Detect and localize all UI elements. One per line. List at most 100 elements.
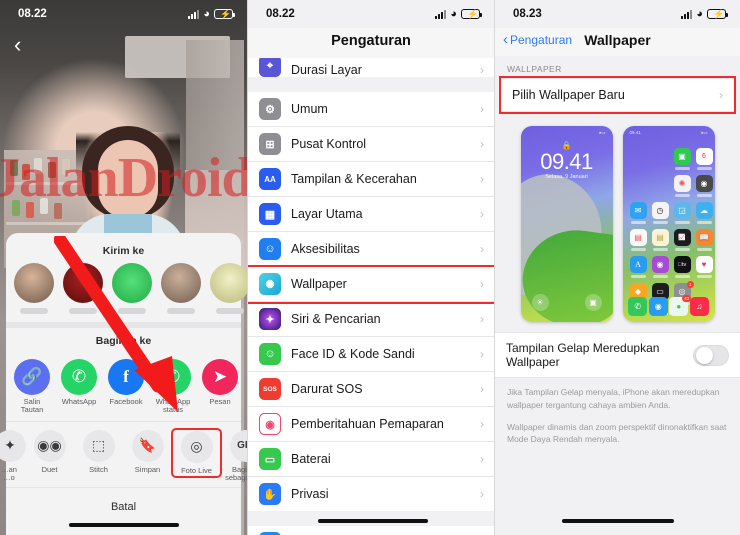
settings-row-label: Siri & Pencarian	[291, 312, 381, 326]
action-label: Stitch	[89, 464, 108, 474]
app-slot-empty	[630, 175, 647, 197]
settings-row-siri-pencarian[interactable]: ✦ Siri & Pencarian ›	[248, 302, 494, 337]
back-button[interactable]: ‹	[14, 34, 21, 56]
recipient-item[interactable]	[14, 262, 54, 314]
preview-status-bar: 09.41 ◕▭	[629, 130, 708, 135]
chevron-right-icon: ›	[480, 347, 484, 361]
back-to-settings-button[interactable]: ‹ Pengaturan	[503, 32, 572, 47]
dark-appearance-toggle[interactable]	[693, 344, 729, 366]
action-duet[interactable]: ◉◉ Duet	[26, 429, 73, 475]
app-icon-calendar[interactable]: 6	[695, 148, 713, 170]
app-slot-empty	[630, 148, 647, 170]
settings-row-label: Darurat SOS	[291, 382, 363, 396]
lock-date: Selasa, 9 Januari	[545, 174, 588, 181]
live-photo-icon: ◎	[180, 430, 213, 463]
settings-row-darurat-sos[interactable]: SOS Darurat SOS ›	[248, 372, 494, 407]
signal-icon	[681, 9, 693, 19]
bookmark-icon: 🔖	[131, 429, 164, 462]
status-bar-mid: 08.22 ◕ ⚡	[248, 0, 494, 28]
settings-row-app-store[interactable]: A App Store ›	[248, 526, 494, 535]
settings-row-label: Pemberitahuan Pemaparan	[291, 417, 444, 431]
settings-row-durasi-layar[interactable]: ⌖ Durasi Layar ›	[248, 58, 494, 77]
settings-group-main: ⚙ Umum › ⊞ Pusat Kontrol › AA Tampilan &…	[248, 92, 494, 511]
chevron-right-icon: ›	[480, 277, 484, 291]
pilih-wallpaper-baru-row[interactable]: Pilih Wallpaper Baru ›	[501, 78, 734, 112]
chevron-right-icon: ›	[480, 172, 484, 186]
action-simpan[interactable]: 🔖 Simpan	[124, 429, 171, 475]
face-id-icon: ☺	[259, 343, 281, 365]
wifi-icon: ◕	[696, 7, 703, 20]
app-icon-photos[interactable]: ✺	[673, 175, 691, 197]
home-indicator	[561, 519, 674, 523]
panel-tiktok-share: 08.22 ◕ ⚡ ‹ JalanDroid Kirim ke Bagikan …	[0, 0, 247, 535]
action-partial[interactable]: ✦ …an …o	[0, 429, 26, 483]
recipient-item[interactable]	[210, 262, 247, 314]
pick-row-label: Pilih Wallpaper Baru	[512, 88, 625, 102]
app-icon-weather[interactable]: ☁	[695, 202, 713, 224]
display-brightness-icon: AA	[259, 168, 281, 190]
flashlight-icon[interactable]: ☀	[531, 294, 549, 311]
settings-row-umum[interactable]: ⚙ Umum ›	[248, 92, 494, 127]
app-icon-facetime[interactable]: ▣	[673, 148, 691, 170]
app-slot-empty	[652, 148, 669, 170]
app-icon-stocks[interactable]: 📈	[673, 229, 691, 251]
app-icon-apple-tv[interactable]: tv	[673, 256, 691, 278]
action-stitch[interactable]: ⬚ Stitch	[75, 429, 122, 475]
gear-icon: ⚙	[259, 98, 281, 120]
app-icon-books[interactable]: 📖	[695, 229, 713, 251]
settings-row-tampilan-kecerahan[interactable]: AA Tampilan & Kecerahan ›	[248, 162, 494, 197]
app-icon-phone[interactable]: ✆	[628, 297, 648, 316]
wifi-icon: ◕	[203, 7, 210, 20]
dark-appearance-toggle-row[interactable]: Tampilan Gelap Meredupkan Wallpaper	[495, 332, 740, 378]
settings-row-privasi[interactable]: ✋ Privasi ›	[248, 477, 494, 511]
battery-charging-icon: ⚡	[214, 9, 235, 19]
settings-row-aksesibilitas[interactable]: ☺ Aksesibilitas ›	[248, 232, 494, 267]
app-icon-music[interactable]: ♫	[689, 297, 709, 316]
pick-wallpaper-highlight: Pilih Wallpaper Baru ›	[499, 76, 736, 114]
app-icon-reminders[interactable]: ▤	[629, 229, 647, 251]
battery-charging-icon: ⚡	[461, 9, 482, 19]
status-bar-left: 08.22 ◕ ⚡	[0, 0, 247, 28]
chevron-right-icon: ›	[719, 88, 723, 102]
settings-row-pusat-kontrol[interactable]: ⊞ Pusat Kontrol ›	[248, 127, 494, 162]
cancel-button[interactable]: Batal	[6, 487, 241, 523]
chevron-right-icon: ›	[480, 207, 484, 221]
action-foto-live[interactable]: ◎ Foto Live	[171, 427, 222, 479]
app-icon-camera[interactable]: ◉	[695, 175, 713, 197]
navigation-bar: ‹ Pengaturan Wallpaper	[495, 28, 740, 56]
settings-row-layar-utama[interactable]: ▦ Layar Utama ›	[248, 197, 494, 232]
home-screen-preview[interactable]: 09.41 ◕▭ ▣ 6 ✺ ◉ ✉ ◷ ◲ ☁ ▤ ▤ 📈 📖 A ◉ tv …	[622, 126, 715, 322]
camera-icon[interactable]: ▣	[584, 294, 602, 311]
settings-row-pemberitahuan-pemaparan[interactable]: ◉ Pemberitahuan Pemaparan ›	[248, 407, 494, 442]
app-icon-notes[interactable]: ▤	[651, 229, 669, 251]
chevron-right-icon: ›	[480, 487, 484, 501]
chevron-right-icon: ›	[480, 102, 484, 116]
action-bagikan-gif[interactable]: GIF Bagikan sebagai GIF	[222, 429, 247, 483]
app-icon-clock[interactable]: ◷	[651, 202, 669, 224]
badge-count: 1	[686, 281, 694, 288]
settings-row-label: Pusat Kontrol	[291, 137, 367, 151]
app-icon-health[interactable]: ♥	[695, 256, 713, 278]
home-indicator	[318, 519, 428, 523]
share-target-pesan[interactable]: ➤ Pesan	[200, 358, 240, 415]
app-icon-app-store[interactable]: A	[629, 256, 647, 278]
toggle-label: Tampilan Gelap Meredupkan Wallpaper	[506, 341, 660, 369]
settings-row-wallpaper[interactable]: ✺ Wallpaper ›	[248, 265, 494, 304]
app-icon-mail[interactable]: ✉	[629, 202, 647, 224]
settings-row-baterai[interactable]: ▭ Baterai ›	[248, 442, 494, 477]
settings-row-face-id[interactable]: ☺ Face ID & Kode Sandi ›	[248, 337, 494, 372]
app-icon-messages[interactable]: ● 42	[669, 295, 692, 316]
gif-icon: GIF	[229, 429, 247, 462]
action-strip: ✦ …an …o ◉◉ Duet ⬚ Stitch 🔖 Simpan ◎ Fot…	[0, 420, 247, 487]
app-icon-podcasts[interactable]: ◉	[651, 256, 669, 278]
app-icon-safari[interactable]: ◉	[648, 297, 668, 316]
sparkle-icon: ✦	[0, 429, 26, 462]
lock-screen-preview[interactable]: ◕▭ 🔒 09.41 Selasa, 9 Januari ☀ ▣	[520, 126, 613, 322]
wifi-icon: ◕	[450, 7, 457, 20]
status-time: 08.22	[18, 8, 47, 20]
app-icon-maps[interactable]: ◲	[673, 202, 691, 224]
status-time: 08.23	[513, 8, 542, 20]
page-title: Pengaturan	[248, 28, 494, 58]
stitch-icon: ⬚	[82, 429, 115, 462]
share-target-salin-tautan[interactable]: 🔗 Salin Tautan	[12, 358, 52, 415]
